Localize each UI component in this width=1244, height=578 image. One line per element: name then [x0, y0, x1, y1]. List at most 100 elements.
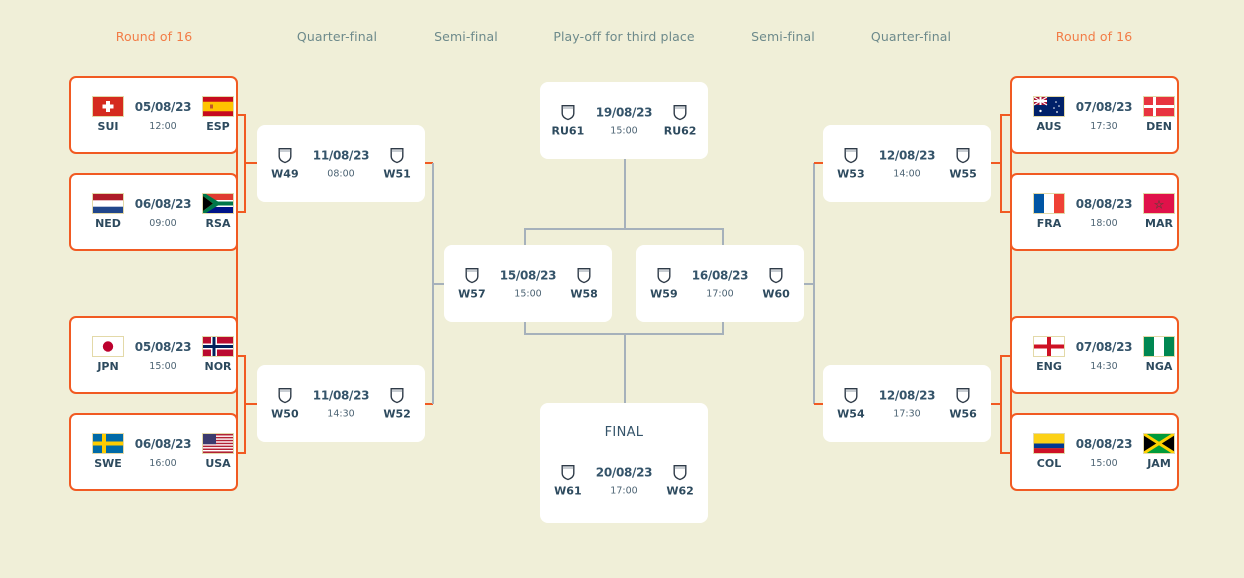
flag-switzerland-icon — [92, 96, 124, 117]
home-team-code: ENG — [1036, 360, 1062, 373]
match-card-third-place[interactable]: 19/08/23 RU61 15:00 RU62 — [540, 82, 708, 159]
home-team-code: W54 — [837, 407, 865, 420]
match-time: 15:00 — [149, 361, 177, 372]
match-time: 17:00 — [706, 288, 734, 299]
home-team-code: W53 — [837, 167, 865, 180]
flag-jamaica-icon — [1143, 433, 1175, 454]
match-time: 17:00 — [610, 485, 638, 497]
match-date: 12/08/23 — [878, 148, 936, 162]
connector-line — [524, 228, 526, 246]
connector-line — [813, 163, 815, 404]
match-time: 15:00 — [514, 288, 542, 299]
match-card-round-of-16[interactable]: 05/08/23 JPN 15:00 NOR — [69, 316, 238, 394]
away-team-code: RSA — [205, 217, 231, 230]
connector-line — [244, 162, 258, 164]
match-time: 16:00 — [149, 458, 177, 469]
match-time: 09:00 — [149, 218, 177, 229]
connector-line — [1010, 114, 1012, 465]
flag-south-africa-icon — [202, 193, 234, 214]
away-team-code: MAR — [1145, 217, 1173, 230]
home-team-code: SUI — [97, 120, 119, 133]
shield-icon — [956, 147, 970, 163]
match-card-round-of-16[interactable]: 07/08/23 ENG 14:30 NGA — [1010, 316, 1179, 394]
final-label: FINAL — [604, 425, 644, 440]
match-date: 16/08/23 — [691, 268, 749, 282]
home-team-code: COL — [1036, 457, 1062, 470]
flag-sweden-icon — [92, 433, 124, 454]
match-time: 14:30 — [327, 408, 355, 419]
match-card-round-of-16[interactable]: 07/08/23 AUS 17:30 DEN — [1010, 76, 1179, 154]
connector-line — [524, 320, 526, 334]
connector-line — [624, 334, 626, 404]
shield-icon — [673, 465, 687, 481]
match-date: 15/08/23 — [499, 268, 557, 282]
shield-icon — [844, 387, 858, 403]
stage-label-semi-final-right: Semi-final — [751, 29, 815, 44]
away-team-code: RU62 — [663, 124, 697, 137]
match-date: 05/08/23 — [134, 99, 192, 114]
match-date: 20/08/23 — [595, 465, 653, 480]
stage-label-round-of-16-left: Round of 16 — [115, 29, 193, 44]
match-date: 07/08/23 — [1075, 99, 1133, 114]
away-team-code: ESP — [206, 120, 230, 133]
match-time: 14:30 — [1090, 361, 1118, 372]
connector-line — [722, 228, 724, 246]
shield-icon — [390, 387, 404, 403]
shield-icon — [561, 465, 575, 481]
match-date: 08/08/23 — [1075, 196, 1133, 211]
flag-england-icon — [1033, 336, 1065, 357]
away-team-code: JAM — [1147, 457, 1171, 470]
match-date: 19/08/23 — [595, 105, 653, 119]
match-card-round-of-16[interactable]: 08/08/23 FRA 18:00 MAR — [1010, 173, 1179, 251]
flag-spain-icon — [202, 96, 234, 117]
match-card-round-of-16[interactable]: 06/08/23 NED 09:00 RSA — [69, 173, 238, 251]
away-team-code: NGA — [1145, 360, 1173, 373]
match-date: 11/08/23 — [312, 388, 370, 402]
flag-netherlands-icon — [92, 193, 124, 214]
match-date: 08/08/23 — [1075, 436, 1133, 451]
connector-line — [244, 403, 258, 405]
match-date: 07/08/23 — [1075, 339, 1133, 354]
match-card-round-of-16[interactable]: 05/08/23 SUI 12:00 ESP — [69, 76, 238, 154]
shield-icon — [844, 147, 858, 163]
match-card-quarter-final[interactable]: 11/08/23 W49 08:00 W51 — [257, 125, 425, 202]
flag-colombia-icon — [1033, 433, 1065, 454]
flag-usa-icon — [202, 433, 234, 454]
home-team-code: W59 — [650, 287, 678, 300]
shield-icon — [769, 267, 783, 283]
away-team-code: DEN — [1146, 120, 1172, 133]
shield-icon — [465, 267, 479, 283]
connector-line — [236, 114, 238, 465]
match-card-semi-final-left[interactable]: 15/08/23 W57 15:00 W58 — [444, 245, 612, 322]
stage-label-third-place: Play-off for third place — [553, 29, 695, 44]
match-card-semi-final-right[interactable]: 16/08/23 W59 17:00 W60 — [636, 245, 804, 322]
flag-japan-icon — [92, 336, 124, 357]
shield-icon — [956, 387, 970, 403]
home-team-code: RU61 — [551, 124, 585, 137]
home-team-code: SWE — [94, 457, 122, 470]
shield-icon — [278, 387, 292, 403]
away-team-code: W58 — [570, 287, 598, 300]
match-date: 05/08/23 — [134, 339, 192, 354]
connector-line — [1000, 355, 1002, 453]
shield-icon — [561, 104, 575, 120]
match-time: 08:00 — [327, 168, 355, 179]
match-card-quarter-final[interactable]: 11/08/23 W50 14:30 W52 — [257, 365, 425, 442]
home-team-code: W50 — [271, 407, 299, 420]
match-card-quarter-final[interactable]: 12/08/23 W54 17:30 W56 — [823, 365, 991, 442]
match-card-round-of-16[interactable]: 08/08/23 COL 15:00 JAM — [1010, 413, 1179, 491]
away-team-code: W52 — [383, 407, 411, 420]
connector-line — [524, 228, 724, 230]
home-team-code: AUS — [1036, 120, 1062, 133]
away-team-code: W55 — [949, 167, 977, 180]
match-time: 12:00 — [149, 121, 177, 132]
away-team-code: USA — [205, 457, 231, 470]
home-team-code: W57 — [458, 287, 486, 300]
match-date: 11/08/23 — [312, 148, 370, 162]
match-card-final[interactable]: FINAL 20/08/23 W61 17:00 W62 — [540, 403, 708, 523]
flag-nigeria-icon — [1143, 336, 1175, 357]
match-card-round-of-16[interactable]: 06/08/23 SWE 16:00 USA — [69, 413, 238, 491]
stage-label-quarter-final-right: Quarter-final — [870, 29, 952, 44]
match-date: 12/08/23 — [878, 388, 936, 402]
match-card-quarter-final[interactable]: 12/08/23 W53 14:00 W55 — [823, 125, 991, 202]
